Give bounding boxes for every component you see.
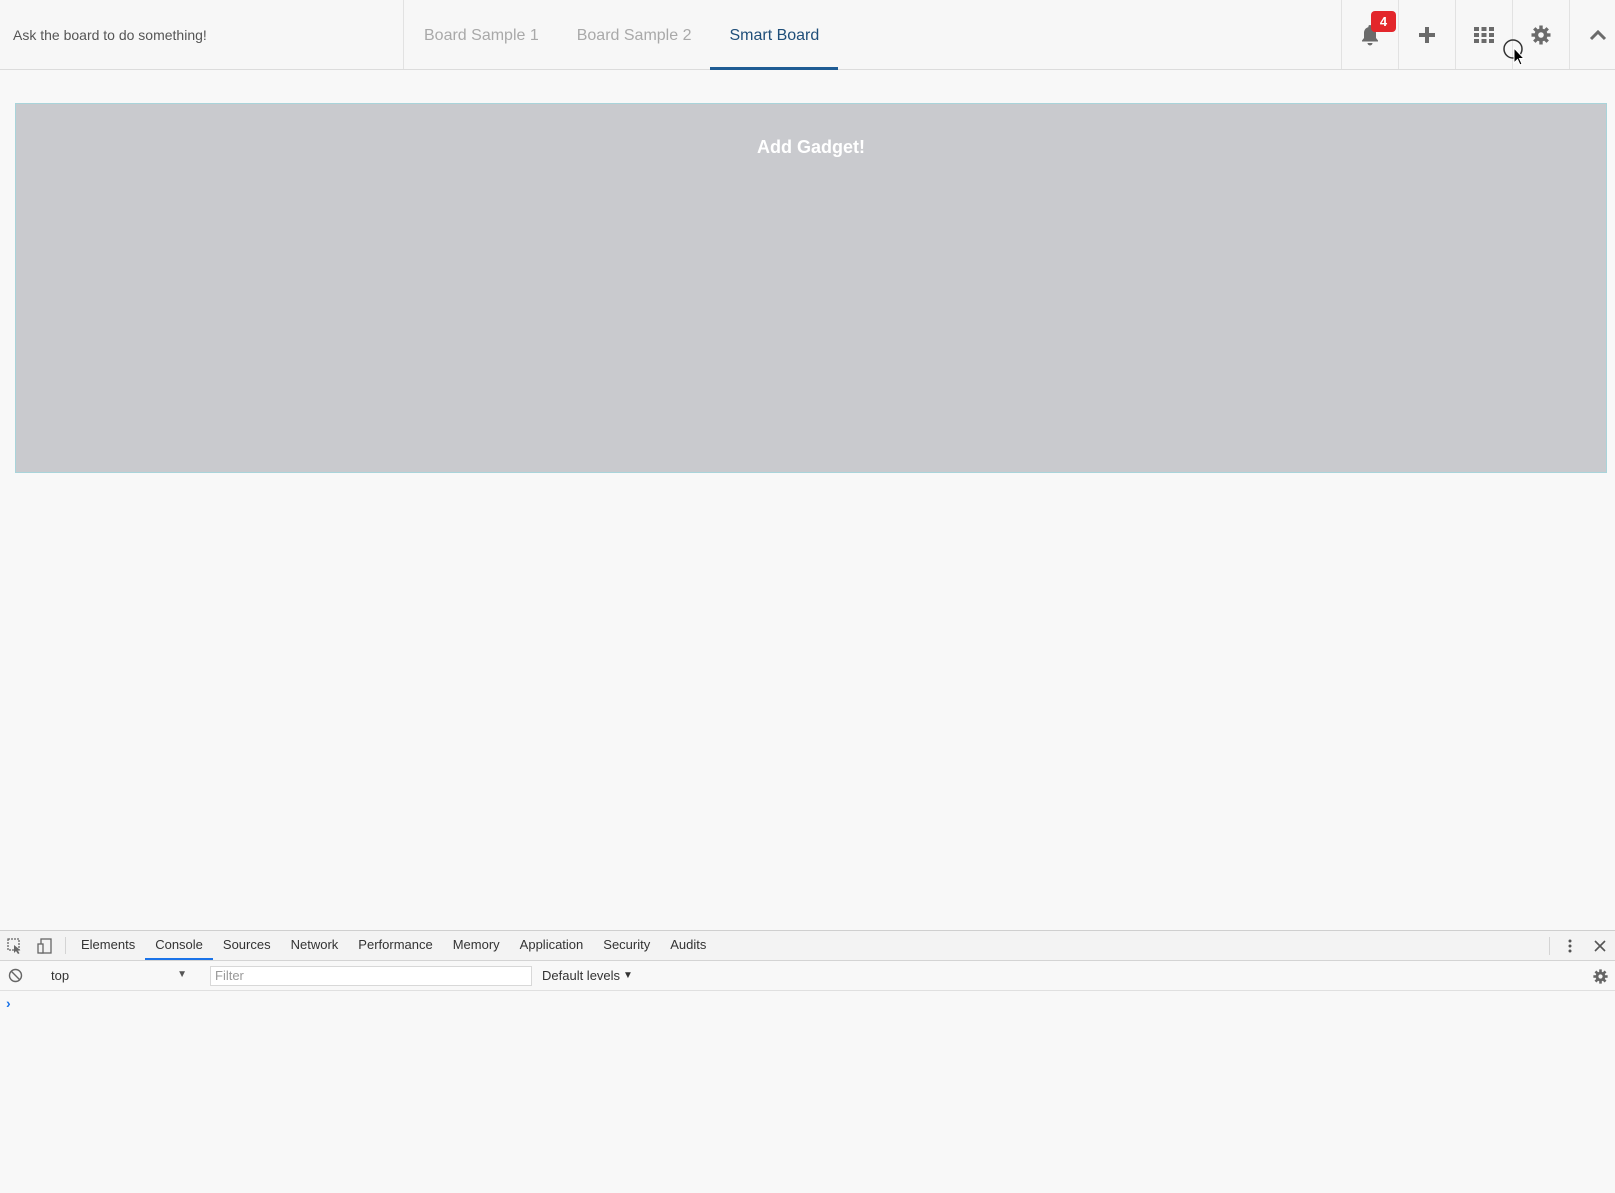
devtools-tab-label: Console [155,937,203,952]
devtools-tab-label: Network [290,937,339,952]
grid-icon [1474,26,1494,43]
tab-smart-board[interactable]: Smart Board [710,0,839,70]
tab-label: Smart Board [729,26,820,44]
ask-board-input[interactable]: Ask the board to do something! [0,0,404,69]
device-icon [37,937,52,954]
settings-button[interactable] [1512,0,1569,69]
devtools-tab-security[interactable]: Security [593,931,660,960]
inspect-element-button[interactable] [0,931,30,960]
devtools-window-controls [1544,931,1615,961]
divider [1549,937,1550,955]
devtools-tab-label: Memory [452,937,500,952]
console-settings [1585,961,1615,991]
devtools-tab-label: Performance [358,937,433,952]
console-settings-button[interactable] [1585,961,1615,991]
console-prompt[interactable]: › [0,991,1615,1011]
close-icon [1594,940,1606,952]
devtools-menu-button[interactable] [1555,931,1585,961]
clear-icon [8,968,22,983]
devtools-tab-sources[interactable]: Sources [213,931,281,960]
inspect-icon [7,937,21,954]
ask-board-placeholder: Ask the board to do something! [13,26,207,43]
devtools-tabbar: Elements Console Sources Network Perform… [0,931,1615,961]
devtools-tab-application[interactable]: Application [510,931,594,960]
console-toolbar: top ▼ Default levels ▼ [0,961,1615,991]
toolbar-icons: 4 [1341,0,1615,69]
devtools-tab-label: Application [519,937,584,952]
device-toolbar-button[interactable] [30,931,60,960]
gear-icon [1531,25,1551,44]
gear-icon [1592,968,1608,984]
devtools-tab-console[interactable]: Console [145,931,213,960]
context-select[interactable]: top ▼ [41,965,191,987]
devtools-tab-label: Elements [81,937,136,952]
dropdown-arrow-icon: ▼ [623,970,633,981]
dropdown-arrow-icon: ▼ [177,968,187,980]
chevron-up-icon [1589,29,1607,40]
tab-board-sample-1[interactable]: Board Sample 1 [404,0,558,70]
devtools-close-button[interactable] [1585,931,1615,961]
devtools-tab-label: Audits [670,937,707,952]
console-filter-input[interactable] [210,965,532,986]
collapse-button[interactable] [1569,0,1615,69]
prompt-chevron-icon: › [6,995,11,1011]
top-bar: Ask the board to do something! Board Sam… [0,0,1615,70]
devtools-tab-performance[interactable]: Performance [348,931,442,960]
tab-label: Board Sample 1 [424,26,539,44]
plus-icon [1419,26,1435,43]
tab-label: Board Sample 2 [576,26,692,44]
notification-badge: 4 [1371,11,1396,32]
add-gadget-label: Add Gadget! [757,137,865,157]
log-levels-dropdown[interactable]: Default levels ▼ [542,968,633,983]
divider [65,937,66,954]
board-tabs: Board Sample 1 Board Sample 2 Smart Boar… [404,0,839,70]
add-button[interactable] [1398,0,1455,69]
devtools-tab-memory[interactable]: Memory [443,931,510,960]
context-value: top [51,968,70,983]
devtools-tab-network[interactable]: Network [281,931,349,960]
clear-console-button[interactable] [0,968,30,983]
devtools-panel: Elements Console Sources Network Perform… [0,930,1615,1193]
devtools-tab-elements[interactable]: Elements [71,931,145,960]
log-levels-label: Default levels [542,968,621,983]
devtools-tab-label: Security [603,937,651,952]
devtools-tab-label: Sources [222,937,271,952]
more-vertical-icon [1568,939,1572,953]
add-gadget-area[interactable]: Add Gadget! [15,103,1607,473]
devtools-tab-audits[interactable]: Audits [660,931,716,960]
notifications-button[interactable]: 4 [1341,0,1398,69]
apps-grid-button[interactable] [1455,0,1512,69]
tab-board-sample-2[interactable]: Board Sample 2 [558,0,711,70]
